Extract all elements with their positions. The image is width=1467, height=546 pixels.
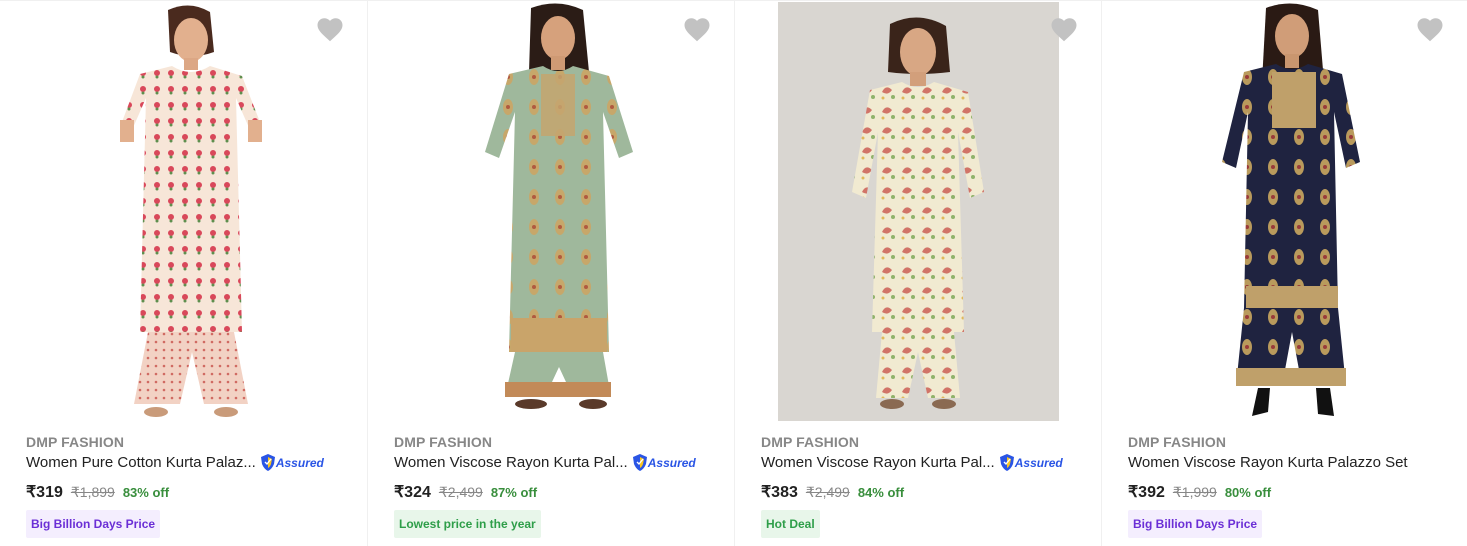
- product-title-link[interactable]: Women Viscose Rayon Kurta Pal...: [394, 454, 628, 471]
- product-brand: DMP FASHION: [761, 434, 860, 450]
- original-price: ₹1,899: [70, 484, 115, 500]
- discount-percent: 87% off: [490, 485, 538, 500]
- offer-badge: Big Billion Days Price: [1128, 510, 1263, 538]
- product-photo[interactable]: [443, 2, 673, 421]
- original-price: ₹2,499: [438, 484, 483, 500]
- product-card[interactable]: DMP FASHION Women Viscose Rayon Kurta Pa…: [367, 1, 734, 546]
- discount-percent: 80% off: [1224, 485, 1272, 500]
- pink-floral-kurta-illustration: [120, 5, 262, 417]
- product-title-link[interactable]: Women Pure Cotton Kurta Palaz...: [26, 454, 256, 471]
- offer-badge: Lowest price in the year: [394, 510, 541, 538]
- product-photo[interactable]: [1182, 2, 1402, 421]
- selling-price: ₹319: [26, 484, 63, 501]
- assured-label: Assured: [275, 455, 324, 470]
- original-price: ₹1,999: [1172, 484, 1217, 500]
- product-brand: DMP FASHION: [1128, 434, 1227, 450]
- assured-shield-icon: [260, 454, 275, 471]
- assured-shield-icon: [999, 454, 1014, 471]
- discount-percent: 83% off: [122, 485, 170, 500]
- price-row: ₹324 ₹2,499 87% off: [394, 482, 537, 502]
- discount-percent: 84% off: [857, 485, 905, 500]
- offer-badge: Big Billion Days Price: [26, 510, 161, 538]
- assured-label: Assured: [1014, 455, 1063, 470]
- price-row: ₹392 ₹1,999 80% off: [1128, 482, 1271, 502]
- selling-price: ₹324: [394, 484, 431, 501]
- navy-gold-kurta-illustration: [1222, 3, 1360, 416]
- original-price: ₹2,499: [805, 484, 850, 500]
- product-title[interactable]: Women Pure Cotton Kurta Palaz... Assured: [26, 454, 324, 471]
- product-brand: DMP FASHION: [394, 434, 493, 450]
- product-title-link[interactable]: Women Viscose Rayon Kurta Palazzo Set: [1128, 454, 1408, 471]
- selling-price: ₹392: [1128, 484, 1165, 501]
- product-grid: DMP FASHION Women Pure Cotton Kurta Pala…: [0, 0, 1467, 546]
- assured-badge: Assured: [632, 454, 696, 471]
- product-title[interactable]: Women Viscose Rayon Kurta Pal... Assured: [761, 454, 1063, 471]
- assured-badge: Assured: [260, 454, 324, 471]
- product-brand: DMP FASHION: [26, 434, 125, 450]
- product-card[interactable]: DMP FASHION Women Pure Cotton Kurta Pala…: [0, 1, 367, 546]
- product-image-area[interactable]: [735, 1, 1101, 423]
- wishlist-heart-icon[interactable]: [1415, 15, 1445, 45]
- wishlist-heart-icon[interactable]: [315, 15, 345, 45]
- assured-shield-icon: [632, 454, 647, 471]
- offer-badge: Hot Deal: [761, 510, 820, 538]
- assured-label: Assured: [647, 455, 696, 470]
- product-title[interactable]: Women Viscose Rayon Kurta Pal... Assured: [394, 454, 696, 471]
- product-image-area[interactable]: [368, 1, 734, 423]
- product-image-area[interactable]: [0, 1, 367, 423]
- product-title-link[interactable]: Women Viscose Rayon Kurta Pal...: [761, 454, 995, 471]
- price-row: ₹383 ₹2,499 84% off: [761, 482, 904, 502]
- price-row: ₹319 ₹1,899 83% off: [26, 482, 169, 502]
- product-title[interactable]: Women Viscose Rayon Kurta Palazzo Set: [1128, 454, 1408, 471]
- product-photo[interactable]: [80, 2, 300, 421]
- wishlist-heart-icon[interactable]: [682, 15, 712, 45]
- assured-badge: Assured: [999, 454, 1063, 471]
- cream-paisley-kurta-illustration: [778, 2, 1059, 421]
- product-card[interactable]: DMP FASHION Women Viscose Rayon Kurta Pa…: [734, 1, 1101, 546]
- product-photo[interactable]: [778, 2, 1059, 421]
- selling-price: ₹383: [761, 484, 798, 501]
- product-image-area[interactable]: [1102, 1, 1467, 423]
- wishlist-heart-icon[interactable]: [1049, 15, 1079, 45]
- product-card[interactable]: DMP FASHION Women Viscose Rayon Kurta Pa…: [1101, 1, 1467, 546]
- sage-green-kurta-illustration: [485, 3, 633, 409]
